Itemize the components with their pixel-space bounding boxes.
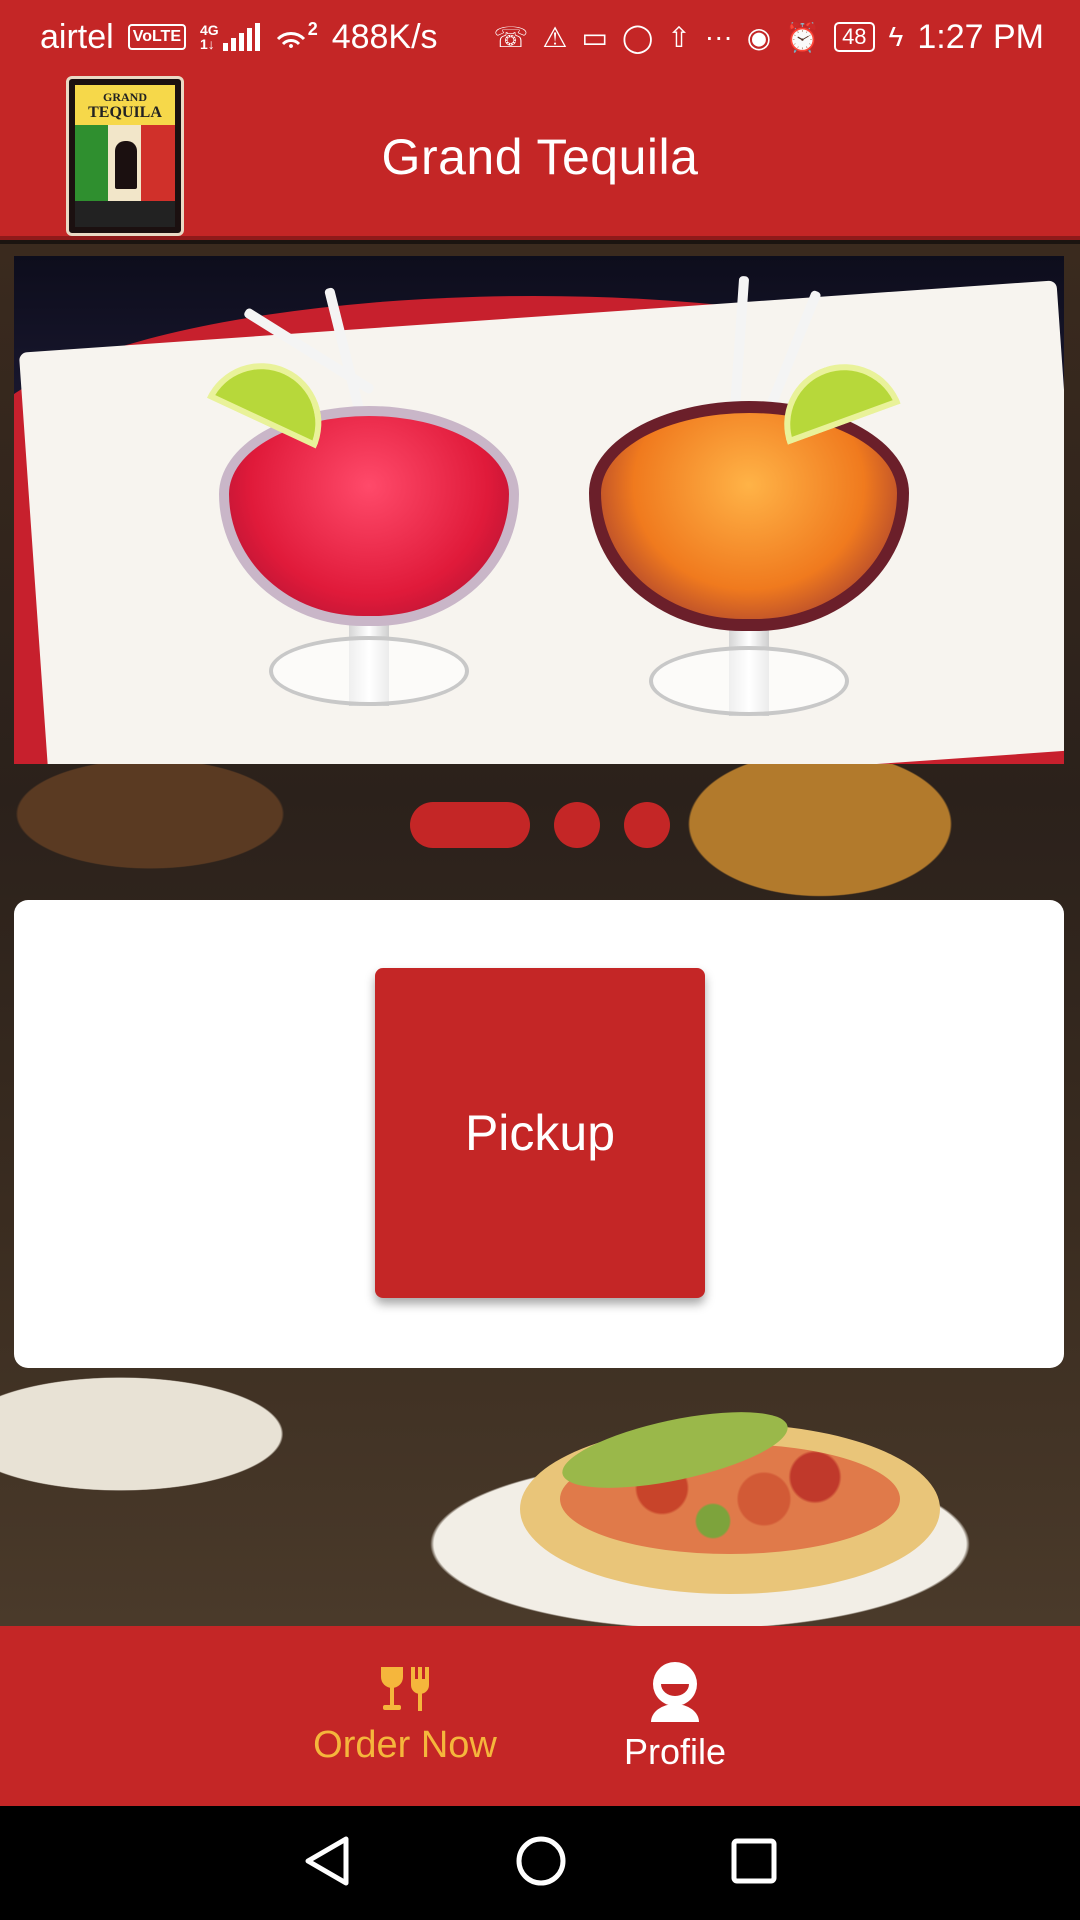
laptop-icon: ▭ [581,21,608,53]
logo-line2: TEQUILA [88,104,162,121]
app-bar: Grand Tequila GRAND TEQUILA [0,74,1080,240]
eye-icon: ◉ [746,21,772,53]
system-navigation-bar [0,1806,1080,1920]
glass-base [649,646,849,716]
restaurant-logo[interactable]: GRAND TEQUILA [66,76,184,236]
logo-text: GRAND TEQUILA [88,90,162,121]
bottom-navigation: Order Now Profile [0,1626,1080,1806]
glass-base [269,636,469,706]
back-icon[interactable] [302,1835,352,1892]
carousel-dot-active[interactable] [410,802,530,848]
status-bar-left: airtel VoLTE 4G 1↓ 2 488K/s [40,18,438,57]
more-notifications-icon: ··· [704,21,733,52]
nav-profile-label: Profile [623,1730,727,1772]
upload-icon: ⇧ [667,21,691,53]
logo-banner: GRAND TEQUILA [75,85,175,125]
network-type: 4G [200,22,219,38]
missed-call-icon: ☏ [493,21,529,53]
image-carousel[interactable] [14,256,1064,764]
hotspot-count: 2 [307,19,318,39]
nav-order-now[interactable]: Order Now [290,1626,520,1806]
carousel-dot[interactable] [624,802,670,848]
network-sub: 1↓ [200,36,215,52]
dining-icon [377,1665,433,1720]
network-speed: 488K/s [331,17,438,56]
sombrero-figure-icon [115,141,137,189]
charging-icon: ϟ [888,21,904,52]
carousel-dot[interactable] [554,802,600,848]
status-bar-right: ☏ ⚠ ▭ ◯ ⇧ ··· ◉ ⏰ 48 ϟ 1:27 PM [493,18,1044,57]
person-icon [647,1660,703,1727]
hotspot-icon: 2 [274,19,318,52]
whatsapp-icon: ◯ [621,21,654,53]
nav-order-now-label: Order Now [313,1724,497,1766]
logo-line1: GRAND [102,90,147,104]
carrier-name: airtel [40,17,114,56]
logo-artwork: GRAND TEQUILA [75,85,175,227]
carousel-indicator [0,802,1080,848]
battery-icon: 48 [834,22,875,52]
logo-footer [75,201,175,227]
volte-badge: VoLTE [127,24,186,50]
home-icon[interactable] [515,1835,567,1892]
nav-profile[interactable]: Profile [600,1626,750,1806]
signal-icon [222,23,260,51]
pickup-button[interactable]: Pickup [375,968,705,1298]
order-type-card: Pickup [14,900,1064,1368]
recents-icon[interactable] [730,1837,778,1890]
alarm-icon: ⏰ [785,21,821,53]
clock: 1:27 PM [917,17,1044,56]
battery-level: 48 [842,24,867,49]
white-napkin [18,280,1064,764]
network-indicator: 4G 1↓ [200,23,260,51]
warning-icon: ⚠ [542,21,568,53]
status-bar: airtel VoLTE 4G 1↓ 2 488K/s ☏ ⚠ ▭ ◯ ⇧ ··… [0,0,1080,74]
